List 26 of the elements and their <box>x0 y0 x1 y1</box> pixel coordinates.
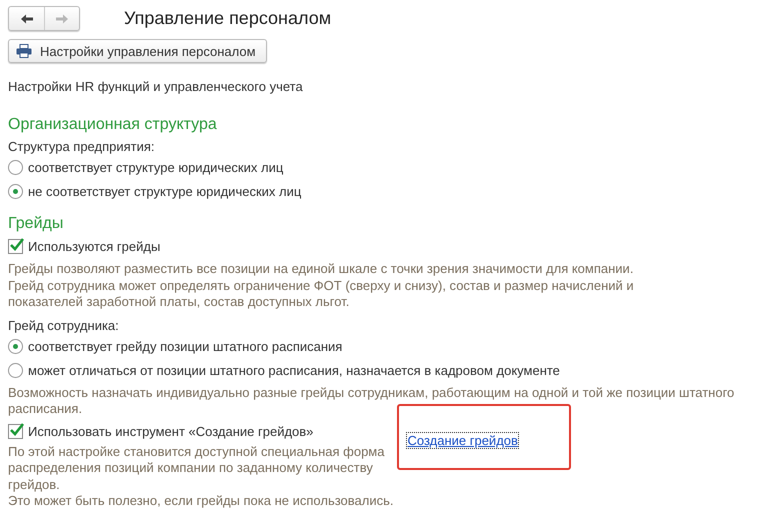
window-title: Управление персоналом <box>124 8 332 29</box>
checkbox-label: Используются грейды <box>28 239 160 254</box>
checkbox[interactable] <box>8 424 23 438</box>
field-label: Грейд сотрудника: <box>8 318 120 332</box>
radio-button[interactable] <box>8 362 23 378</box>
settings-button[interactable]: Настройки управления персоналом <box>8 39 267 63</box>
field-label: Структура предприятия: <box>8 139 156 154</box>
section-heading: Организационная структура <box>8 116 218 134</box>
option-label: может отличаться от позиции штатного расписания, назначается в кадровом документе <box>28 362 560 378</box>
arrow-icon <box>18 12 34 24</box>
description-text: Настройки HR функций и управленческого учета <box>8 79 304 94</box>
section-heading: Грейды <box>8 215 64 233</box>
option-label: соответствует структуре юридических лиц <box>28 160 284 175</box>
option-label: не соответствует структуре юридических лиц <box>28 184 302 199</box>
arrow-icon <box>54 12 70 24</box>
radio-button[interactable] <box>8 160 23 175</box>
checkbox-label: Использовать инструмент «Создание грейдов» <box>28 424 314 438</box>
grades-link[interactable]: Создание грейдов <box>407 432 518 448</box>
radio-button[interactable] <box>8 184 23 199</box>
hint-text: По этой настройке становится доступной специальная форма распределения позиций компании по заданному количеству грейдов. Это может быть полезно, если грейды пока не использовались. <box>8 444 394 510</box>
printer-icon <box>16 44 32 58</box>
hint-text: Грейды позволяют разместить все позиции на единой шкале с точки зрения значимости для компании. Грейд сотрудника может определять ограничение ФОТ (сверху и снизу), состав и размер начислений и показателей заработной платы, состав доступных льгот. <box>8 261 635 310</box>
checkbox[interactable] <box>8 239 23 254</box>
option-label: соответствует грейду позиции штатного расписания <box>28 338 342 354</box>
hint-text: Возможность назначать индивидуально разные грейды сотрудникам, работающим на одной и той же позиции штатного расписания. <box>8 384 736 418</box>
radio-button[interactable] <box>8 338 23 354</box>
